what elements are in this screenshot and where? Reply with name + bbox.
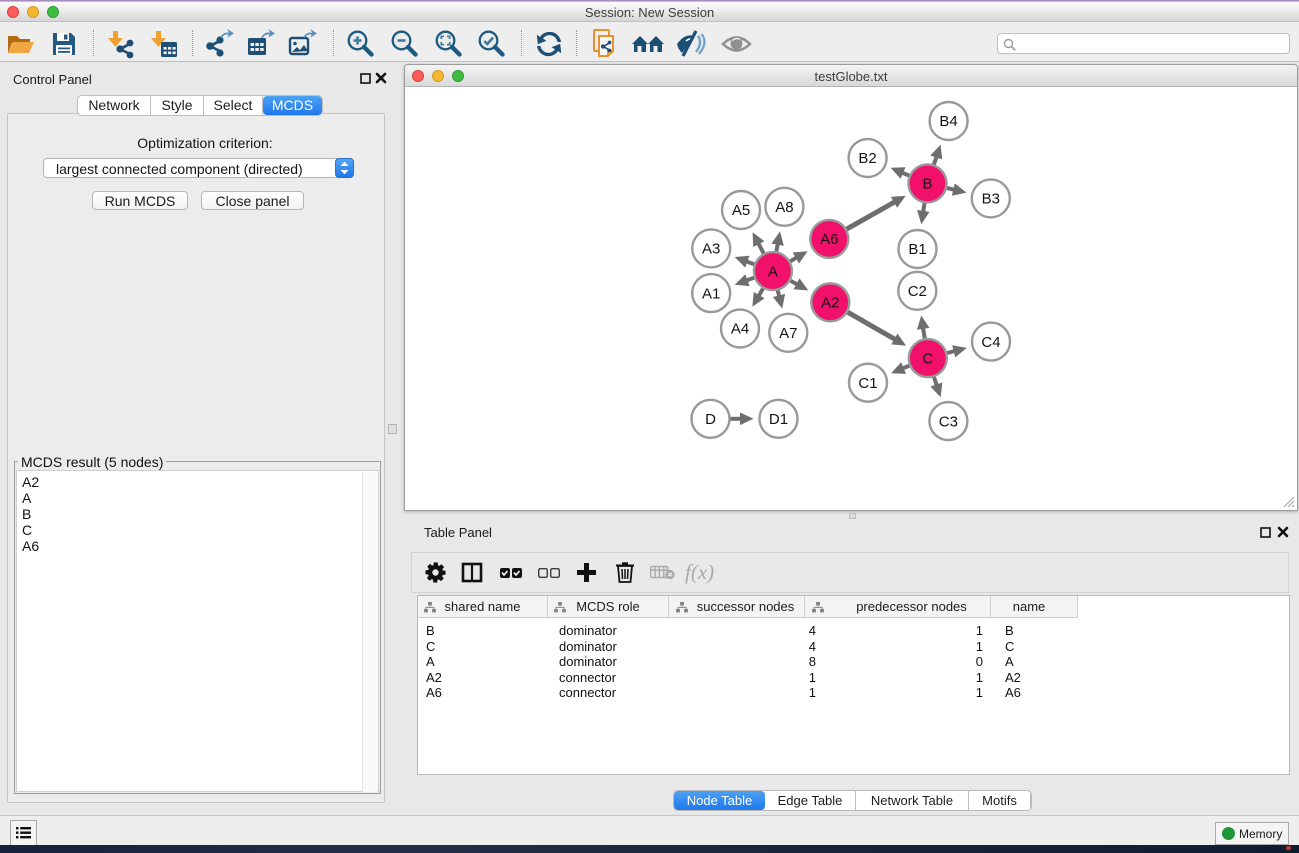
svg-text:B2: B2: [858, 150, 876, 167]
svg-text:C2: C2: [908, 283, 927, 300]
svg-text:A4: A4: [731, 321, 749, 338]
svg-text:A1: A1: [702, 285, 720, 302]
svg-text:D1: D1: [769, 411, 788, 428]
svg-text:A: A: [768, 263, 778, 280]
svg-text:C3: C3: [939, 413, 958, 430]
svg-text:C1: C1: [858, 375, 877, 392]
svg-text:B3: B3: [982, 191, 1000, 208]
svg-text:D: D: [705, 411, 716, 428]
svg-text:C: C: [922, 350, 933, 367]
svg-text:A7: A7: [779, 325, 797, 342]
svg-text:A6: A6: [820, 231, 838, 248]
svg-text:A5: A5: [732, 202, 750, 219]
svg-text:C4: C4: [981, 334, 1000, 351]
svg-text:B1: B1: [908, 241, 926, 258]
svg-text:B: B: [922, 176, 932, 193]
svg-text:A8: A8: [775, 199, 793, 216]
svg-text:A3: A3: [702, 241, 720, 258]
svg-text:A2: A2: [821, 295, 839, 312]
svg-text:B4: B4: [939, 113, 957, 130]
